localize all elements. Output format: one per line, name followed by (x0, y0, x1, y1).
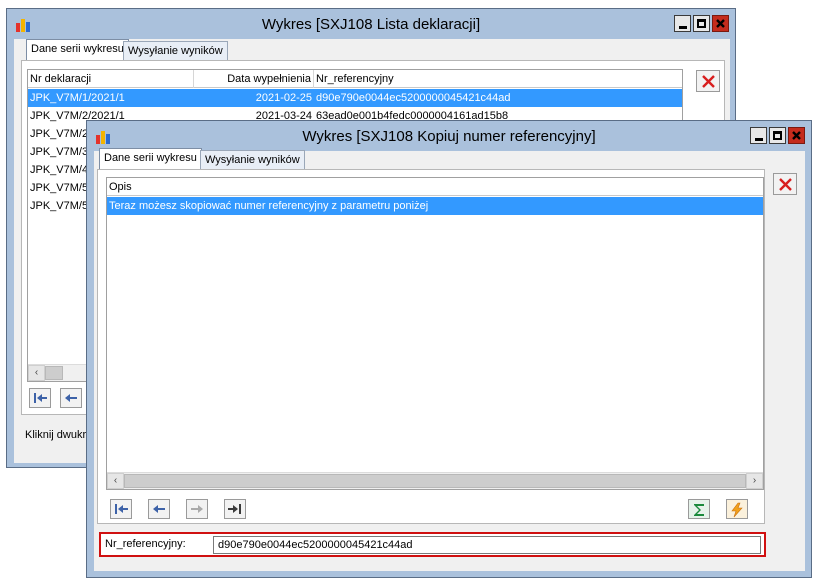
nr-referencyjny-label: Nr_referencyjny: (105, 538, 186, 550)
close-icon[interactable] (712, 15, 729, 32)
delete-icon[interactable] (696, 70, 720, 92)
scroll-left-icon[interactable]: ‹ (28, 365, 45, 381)
front-window: Wykres [SXJ108 Kopiuj numer referencyjny… (86, 120, 812, 578)
tab-dane-serii-wykresu[interactable]: Dane serii wykresu (26, 39, 129, 61)
nr-referencyjny-field[interactable] (213, 536, 761, 554)
tab-dane-serii-wykresu[interactable]: Dane serii wykresu (99, 148, 202, 170)
minimize-icon[interactable] (750, 127, 767, 144)
opis-grid[interactable]: Opis Teraz możesz skopiować numer refere… (106, 177, 764, 490)
grid-horizontal-scrollbar[interactable]: ‹ › (107, 472, 763, 489)
cell-opis: Teraz możesz skopiować numer referencyjn… (109, 200, 429, 212)
back-window-titlebar[interactable]: Wykres [SXJ108 Lista deklaracji] (7, 9, 735, 39)
column-header-data-wypelnienia[interactable]: Data wypełnienia (194, 70, 314, 88)
scroll-thumb[interactable] (45, 366, 63, 380)
first-icon[interactable] (29, 388, 51, 408)
grid-header: Opis (107, 178, 763, 196)
prev-icon[interactable] (148, 499, 170, 519)
scroll-left-icon[interactable]: ‹ (107, 473, 124, 489)
front-window-titlebar[interactable]: Wykres [SXJ108 Kopiuj numer referencyjny… (87, 121, 811, 151)
grid-header: Nr deklaracji Data wypełnienia Nr_refere… (28, 70, 682, 88)
column-header-nr-deklaracji[interactable]: Nr deklaracji (28, 70, 194, 88)
tab-wysylanie-wynikow[interactable]: Wysyłanie wyników (200, 150, 305, 170)
prev-icon[interactable] (60, 388, 82, 408)
first-icon[interactable] (110, 499, 132, 519)
sum-icon[interactable] (688, 499, 710, 519)
close-icon[interactable] (788, 127, 805, 144)
scroll-thumb[interactable] (124, 474, 746, 488)
column-header-nr-referencyjny[interactable]: Nr_referencyjny (314, 70, 682, 88)
cell-data-wypelnienia: 2021-02-25 (255, 92, 312, 104)
back-window-hint: Kliknij dwukr (25, 429, 87, 441)
maximize-icon[interactable] (693, 15, 710, 32)
column-header-opis[interactable]: Opis (107, 178, 763, 196)
maximize-icon[interactable] (769, 127, 786, 144)
delete-icon[interactable] (773, 173, 797, 195)
front-window-title: Wykres [SXJ108 Kopiuj numer referencyjny… (302, 128, 596, 145)
next-icon[interactable] (186, 499, 208, 519)
tab-wysylanie-wynikow[interactable]: Wysyłanie wyników (123, 41, 228, 61)
cell-nr-deklaracji: JPK_V7M/1/2021/1 (30, 92, 125, 104)
cell-nr-referencyjny: d90e790e0044ec5200000045421c44ad (316, 92, 511, 104)
front-window-client: Dane serii wykresu Wysyłanie wyników Opi… (94, 148, 805, 571)
front-tab-panel: Opis Teraz możesz skopiować numer refere… (97, 169, 765, 524)
table-row[interactable]: Teraz możesz skopiować numer referencyjn… (107, 197, 763, 215)
back-window-title: Wykres [SXJ108 Lista deklaracji] (261, 16, 481, 33)
nr-referencyjny-parameter: Nr_referencyjny: (99, 532, 766, 557)
last-icon[interactable] (224, 499, 246, 519)
minimize-icon[interactable] (674, 15, 691, 32)
lightning-icon[interactable] (726, 499, 748, 519)
table-row[interactable]: JPK_V7M/1/2021/1 2021-02-25 d90e790e0044… (28, 89, 682, 107)
scroll-right-icon[interactable]: › (746, 473, 763, 489)
